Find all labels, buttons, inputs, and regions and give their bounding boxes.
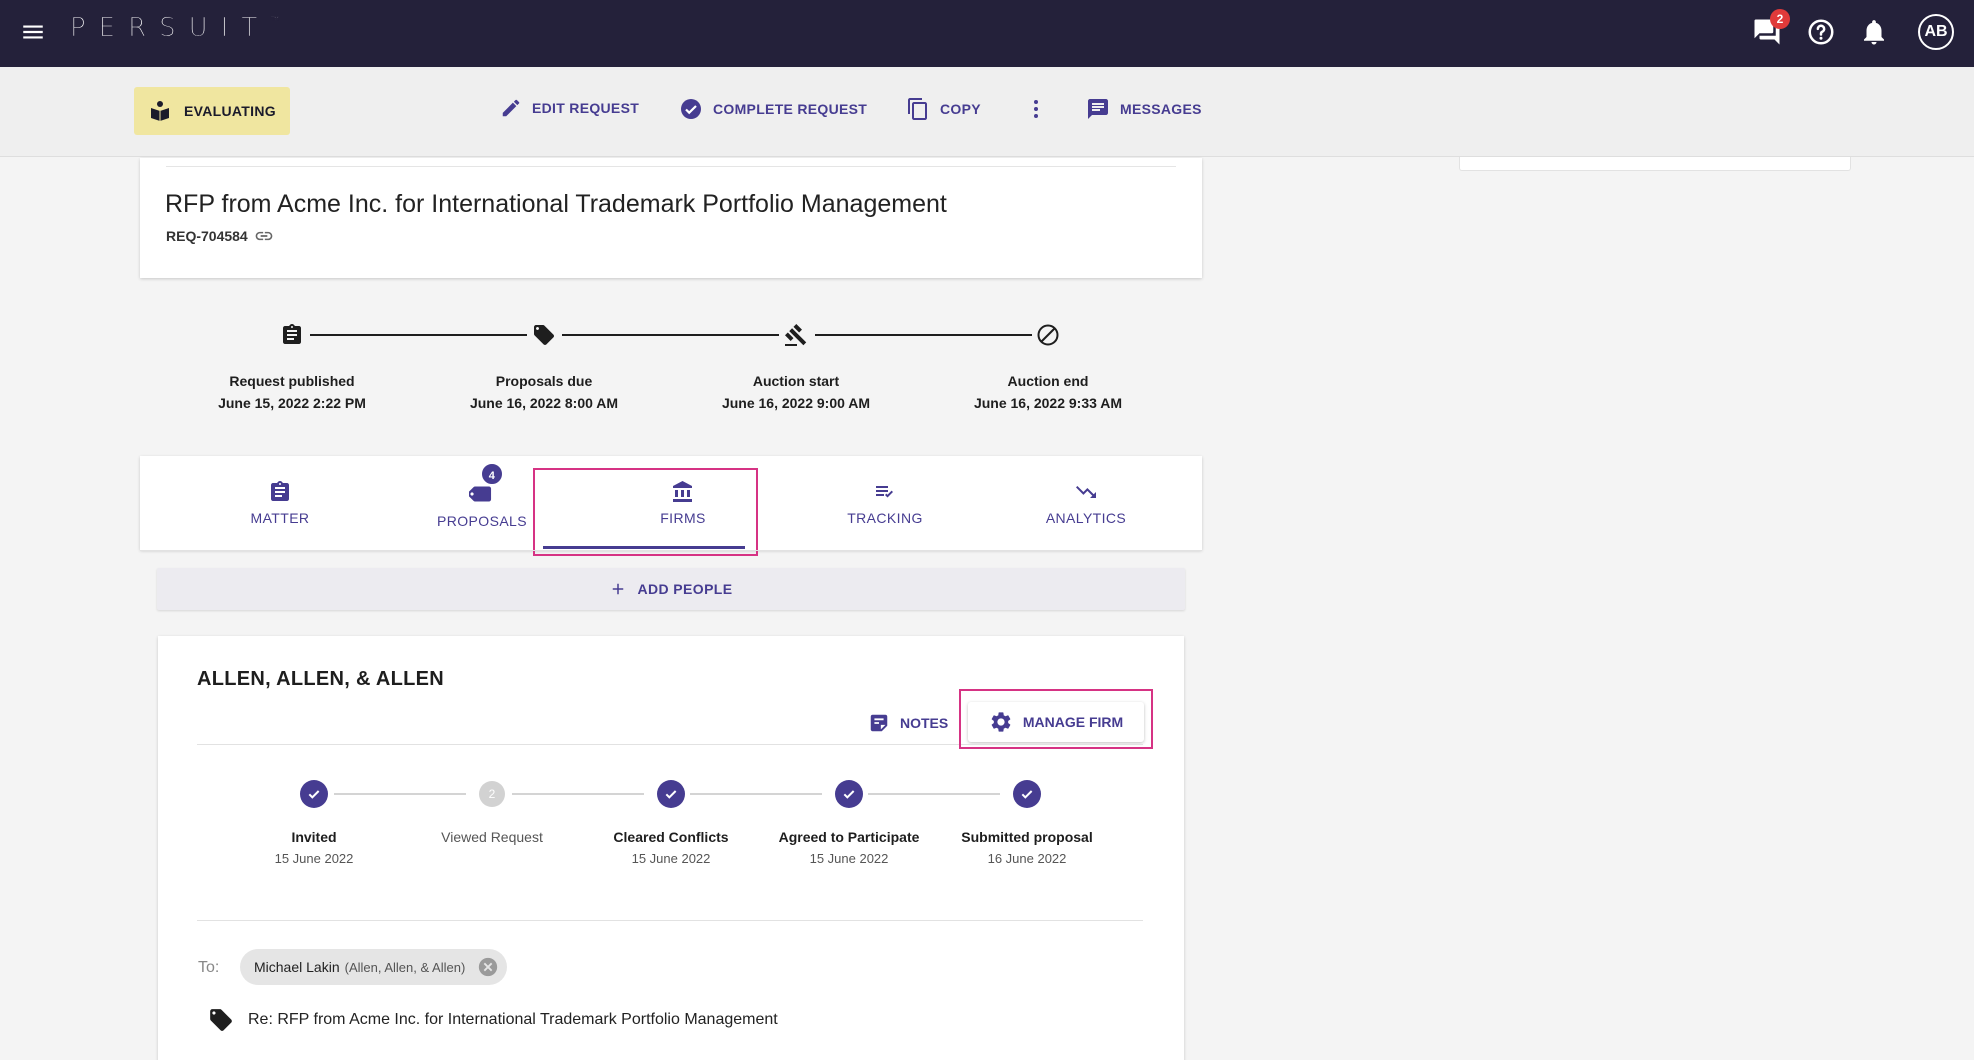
kebab-icon xyxy=(1034,100,1038,118)
timeline-connector xyxy=(562,334,779,336)
message-subject: Re: RFP from Acme Inc. for International… xyxy=(208,1007,778,1033)
step-agreed-check-icon xyxy=(835,780,863,808)
top-navigation-bar: PERSUIT™ 2 AB xyxy=(0,0,1974,67)
timeline-auction-start: Auction start June 16, 2022 9:00 AM xyxy=(721,373,871,411)
chat-badge: 2 xyxy=(1770,9,1790,29)
step-connector xyxy=(690,793,822,795)
tag-icon xyxy=(532,323,556,347)
step-cleared-check-icon xyxy=(657,780,685,808)
step-cleared-label: Cleared Conflicts 15 June 2022 xyxy=(613,829,729,866)
request-id: REQ-704584 xyxy=(166,228,274,244)
firm-name: ALLEN, ALLEN, & ALLEN xyxy=(197,668,445,690)
step-agreed-label: Agreed to Participate 15 June 2022 xyxy=(778,829,920,866)
timeline-connector xyxy=(815,334,1032,336)
plus-icon xyxy=(613,583,624,595)
step-invited-check-icon xyxy=(300,780,328,808)
check-circle-icon xyxy=(681,99,701,119)
block-icon xyxy=(1036,323,1060,347)
edit-request-button[interactable]: EDIT REQUEST xyxy=(500,97,639,119)
complete-request-button[interactable]: COMPLETE REQUEST xyxy=(679,97,867,121)
bell-icon[interactable] xyxy=(1859,17,1889,47)
checklist-icon xyxy=(876,486,893,498)
trending-down-icon xyxy=(1076,486,1096,498)
persuit-logo[interactable]: PERSUIT™ xyxy=(70,13,280,44)
status-badge: EVALUATING xyxy=(134,87,290,135)
step-submitted-check-icon xyxy=(1013,780,1041,808)
request-title: RFP from Acme Inc. for International Tra… xyxy=(165,190,947,218)
manage-firm-highlight xyxy=(959,689,1153,749)
timeline-proposals-due: Proposals due June 16, 2022 8:00 AM xyxy=(469,373,619,411)
link-icon[interactable] xyxy=(254,229,274,243)
to-label: To: xyxy=(198,959,220,976)
tab-analytics[interactable]: ANALYTICS xyxy=(986,456,1186,550)
divider xyxy=(197,920,1143,921)
tab-matter[interactable]: MATTER xyxy=(180,456,380,550)
menu-icon[interactable] xyxy=(20,19,46,45)
note-icon xyxy=(870,714,888,732)
step-invited-label: Invited 15 June 2022 xyxy=(274,829,354,866)
gavel-icon xyxy=(784,323,808,347)
message-icon xyxy=(1088,99,1108,119)
user-avatar[interactable]: AB xyxy=(1918,14,1954,50)
timeline-request-published: Request published June 15, 2022 2:22 PM xyxy=(218,373,366,411)
copy-button[interactable]: COPY xyxy=(906,97,981,121)
messages-button[interactable]: MESSAGES xyxy=(1086,97,1202,121)
chat-icon[interactable]: 2 xyxy=(1752,9,1790,47)
recipient-chip[interactable]: Michael Lakin (Allen, Allen, & Allen) xyxy=(240,949,508,985)
clipboard-icon xyxy=(280,323,304,347)
step-viewed-number: 2 xyxy=(479,781,505,807)
timeline-auction-end: Auction end June 16, 2022 9:33 AM xyxy=(973,373,1123,411)
step-submitted-label: Submitted proposal 16 June 2022 xyxy=(961,829,1093,866)
recipient-org: (Allen, Allen, & Allen) xyxy=(344,959,466,975)
clipboard-icon xyxy=(271,481,289,501)
step-connector xyxy=(868,793,1000,795)
copy-icon xyxy=(908,98,927,120)
tag-icon xyxy=(210,1009,232,1031)
person-reading-icon xyxy=(151,101,169,121)
timeline-connector xyxy=(310,334,527,336)
proposals-count-badge: 4 xyxy=(480,462,504,486)
pencil-icon xyxy=(502,99,520,117)
more-options-button[interactable] xyxy=(1026,97,1056,121)
divider xyxy=(166,166,1176,167)
remove-recipient-icon[interactable] xyxy=(477,956,499,978)
request-action-bar: EVALUATING EDIT REQUEST COMPLETE REQUEST… xyxy=(0,67,1974,157)
notes-button[interactable]: NOTES xyxy=(868,708,948,738)
step-viewed-label: Viewed Request xyxy=(441,829,543,845)
tab-tracking[interactable]: TRACKING xyxy=(785,456,985,550)
side-panel xyxy=(1459,157,1851,171)
step-connector xyxy=(512,793,644,795)
recipient-name: Michael Lakin xyxy=(254,959,340,975)
tabs-divider xyxy=(140,550,1202,551)
help-icon[interactable] xyxy=(1806,17,1836,47)
firms-tab-highlight xyxy=(533,468,758,556)
add-people-button[interactable]: ADD PEOPLE xyxy=(157,568,1185,610)
request-title-card: RFP from Acme Inc. for International Tra… xyxy=(140,158,1202,278)
step-connector xyxy=(334,793,466,795)
